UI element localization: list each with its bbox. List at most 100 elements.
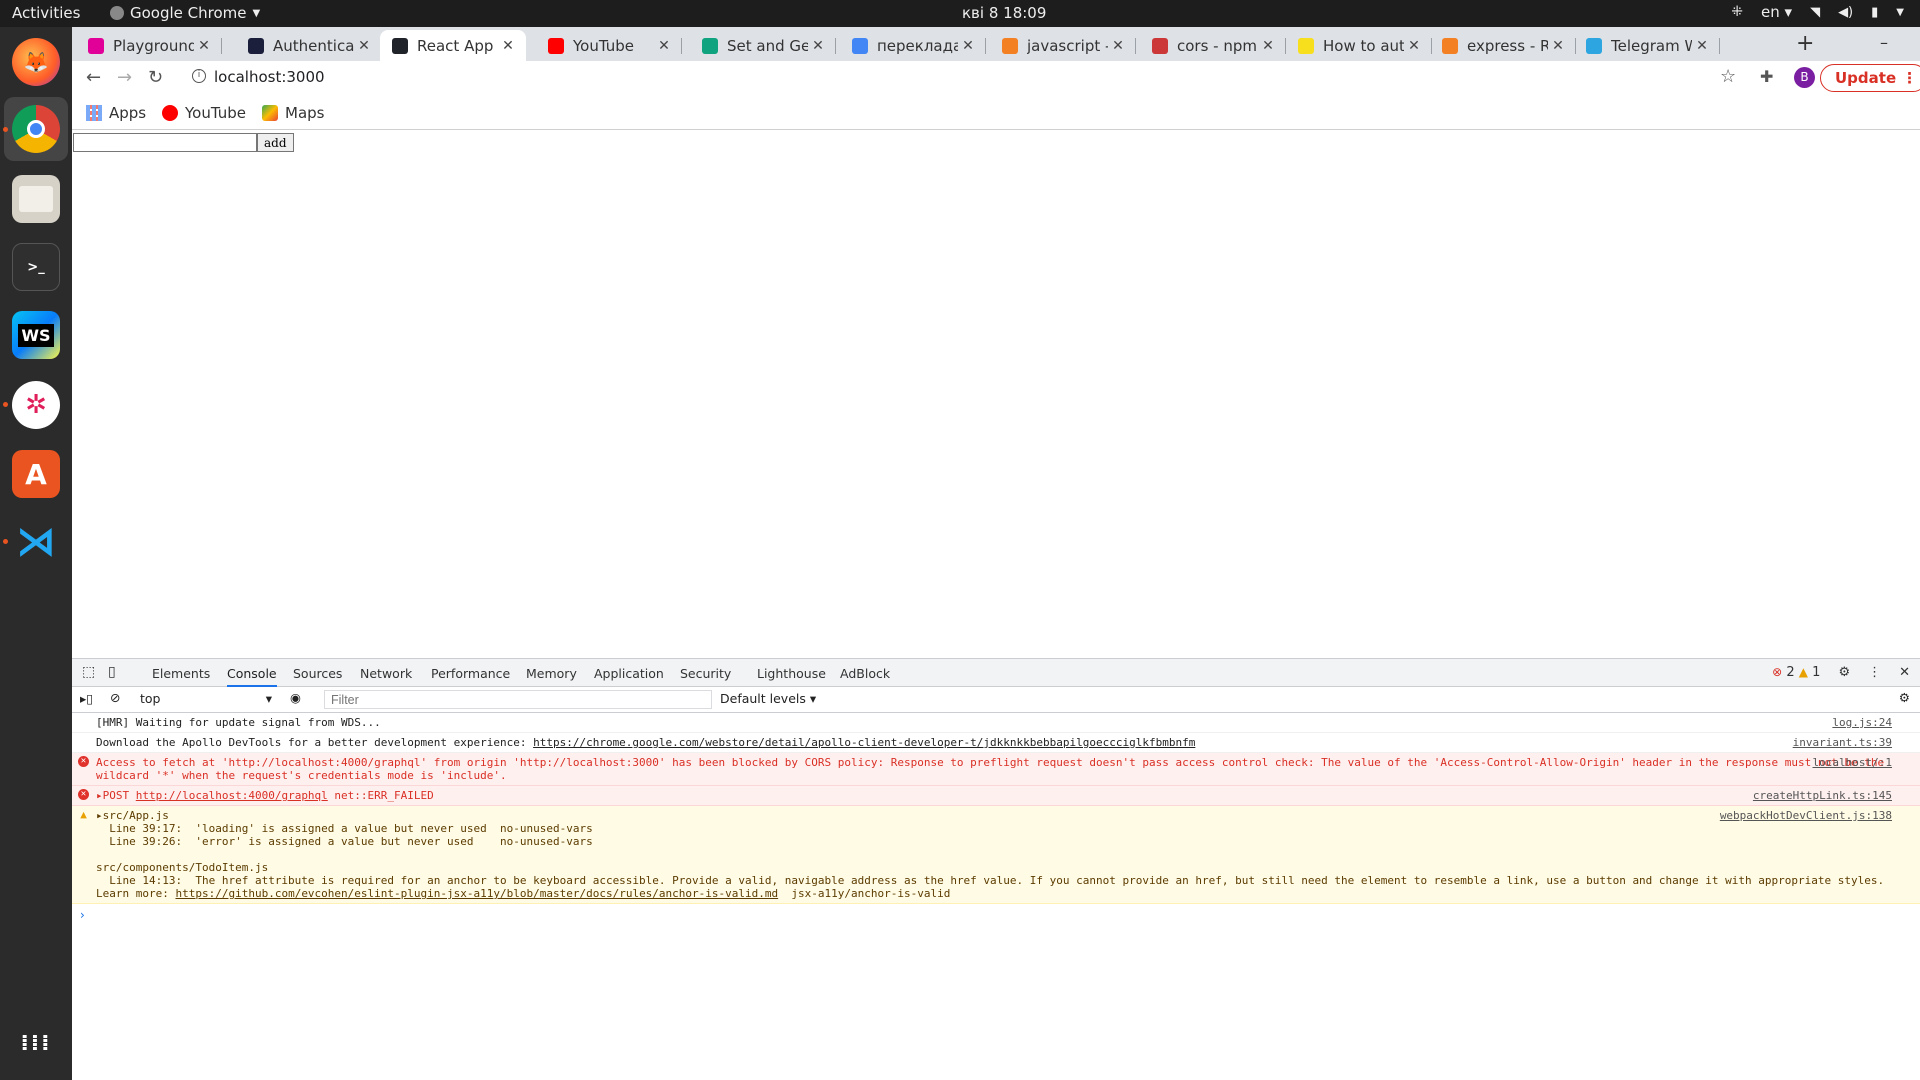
- page-viewport: add: [72, 130, 1920, 658]
- console-filter-input[interactable]: [324, 690, 712, 709]
- console-prompt[interactable]: ›: [72, 904, 1920, 922]
- log-levels-dropdown[interactable]: Default levels ▾: [720, 691, 816, 706]
- update-button[interactable]: Update ⋮: [1820, 64, 1920, 92]
- tab-favicon-icon: [1298, 37, 1314, 54]
- sidebar-toggle-icon[interactable]: ▸▯: [80, 691, 93, 706]
- context-select[interactable]: top ▾: [140, 691, 272, 706]
- console-link[interactable]: https://github.com/evcohen/eslint-plugin…: [175, 887, 778, 900]
- browser-tab[interactable]: express - Re✕: [1430, 30, 1576, 61]
- devtools-tab-lighthouse[interactable]: Lighthouse: [757, 666, 826, 681]
- console-settings-gear-icon[interactable]: ⚙: [1899, 690, 1910, 705]
- files-icon[interactable]: [12, 175, 60, 223]
- webstorm-icon[interactable]: WS: [12, 311, 60, 359]
- clear-console-icon[interactable]: ⊘: [110, 690, 120, 705]
- devtools-close-icon[interactable]: ✕: [1899, 665, 1910, 680]
- tab-close-icon[interactable]: ✕: [808, 38, 828, 54]
- bookmark-star-icon[interactable]: ☆: [1720, 66, 1736, 87]
- chrome-app-icon[interactable]: [12, 105, 60, 153]
- system-tray[interactable]: ⁜ en ▾ ◥ ◀) ▮ ▼: [1731, 3, 1904, 21]
- tab-close-icon[interactable]: ✕: [1548, 38, 1568, 54]
- software-center-icon[interactable]: A: [12, 450, 60, 498]
- tab-close-icon[interactable]: ✕: [1404, 38, 1424, 54]
- console-source-link[interactable]: invariant.ts:39: [1793, 736, 1892, 749]
- devtools-tab-application[interactable]: Application: [594, 666, 664, 681]
- app-menu[interactable]: Google Chrome ▼: [110, 4, 260, 22]
- devtools-tab-memory[interactable]: Memory: [526, 666, 577, 681]
- console-source-link[interactable]: localhost/:1: [1813, 756, 1892, 769]
- bookmark-maps[interactable]: Maps: [262, 104, 324, 122]
- tab-close-icon[interactable]: ✕: [194, 38, 214, 54]
- wifi-icon[interactable]: ◥: [1810, 5, 1820, 20]
- language-label: en: [1761, 3, 1780, 21]
- extensions-icon[interactable]: ✚: [1760, 67, 1773, 86]
- language-indicator[interactable]: en ▾: [1761, 3, 1792, 21]
- devtools-tab-bar: ⬚ ▯ Elements Console Sources Network Perform…: [72, 659, 1920, 687]
- show-applications-icon[interactable]: ⁞⁞⁞: [12, 1019, 60, 1067]
- minimize-button[interactable]: –: [1880, 33, 1888, 52]
- browser-tab[interactable]: javascript - N✕: [990, 30, 1136, 61]
- error-count: 2: [1786, 665, 1795, 680]
- app-menu-label: Google Chrome: [130, 4, 247, 22]
- inspect-element-icon[interactable]: ⬚: [82, 664, 95, 680]
- bookmark-maps-label: Maps: [285, 104, 325, 122]
- browser-tab[interactable]: How to auth✕: [1286, 30, 1432, 61]
- back-button[interactable]: ←: [86, 67, 101, 88]
- browser-tab[interactable]: Playground ✕: [76, 30, 222, 61]
- devtools-tab-adblock[interactable]: AdBlock: [840, 666, 890, 681]
- tab-close-icon[interactable]: ✕: [1692, 38, 1712, 54]
- console-source-link[interactable]: createHttpLink.ts:145: [1753, 789, 1892, 802]
- site-info-icon[interactable]: i: [192, 69, 206, 83]
- terminal-icon[interactable]: >_: [12, 243, 60, 291]
- add-button[interactable]: add: [257, 133, 294, 152]
- battery-icon[interactable]: ▮: [1871, 5, 1878, 20]
- devtools-more-icon[interactable]: ⋮: [1868, 665, 1881, 680]
- browser-tab[interactable]: YouTube ✕: [536, 30, 682, 61]
- new-tab-button[interactable]: +: [1796, 31, 1814, 56]
- browser-tab[interactable]: Set and Get c✕: [690, 30, 836, 61]
- bookmark-youtube[interactable]: YouTube: [162, 104, 246, 122]
- devtools-tab-performance[interactable]: Performance: [431, 666, 510, 681]
- console-link[interactable]: https://chrome.google.com/webstore/detai…: [533, 736, 1195, 749]
- issues-counter[interactable]: ⊗ 2 ▲ 1: [1772, 665, 1820, 680]
- todo-input[interactable]: [73, 133, 257, 152]
- bookmark-apps[interactable]: Apps: [86, 104, 146, 122]
- forward-button[interactable]: →: [117, 67, 132, 88]
- console-source-link[interactable]: webpackHotDevClient.js:138: [1720, 809, 1892, 822]
- reload-button[interactable]: ↻: [148, 67, 163, 88]
- browser-tab[interactable]: перекладач✕: [840, 30, 986, 61]
- volume-icon[interactable]: ◀): [1838, 5, 1853, 20]
- tab-close-icon[interactable]: ✕: [354, 38, 374, 54]
- address-bar[interactable]: localhost:3000: [214, 68, 325, 86]
- live-expression-eye-icon[interactable]: ◉: [290, 690, 301, 705]
- vscode-icon[interactable]: ⋊: [12, 518, 60, 566]
- tab-close-icon[interactable]: ✕: [1258, 38, 1278, 54]
- device-toolbar-icon[interactable]: ▯: [108, 664, 116, 680]
- activities-button[interactable]: Activities: [12, 4, 80, 22]
- chevron-down-icon[interactable]: ▼: [1896, 7, 1904, 18]
- console-link[interactable]: http://localhost:4000/graphql: [136, 789, 328, 802]
- tab-close-icon[interactable]: ✕: [498, 38, 518, 54]
- network-settings-icon[interactable]: ⁜: [1731, 4, 1743, 20]
- tab-title: javascript - N: [1027, 36, 1108, 55]
- profile-avatar[interactable]: B: [1794, 67, 1815, 88]
- browser-tab[interactable]: cors - npm ✕: [1140, 30, 1286, 61]
- tab-close-icon[interactable]: ✕: [654, 38, 674, 54]
- settings-gear-icon[interactable]: ⚙: [1838, 665, 1850, 680]
- devtools-tab-elements[interactable]: Elements: [152, 666, 210, 681]
- tab-title: перекладач: [877, 36, 958, 55]
- tab-close-icon[interactable]: ✕: [1108, 38, 1128, 54]
- warning-icon: ▲: [80, 808, 87, 821]
- tab-favicon-icon: [1002, 37, 1018, 54]
- slack-icon[interactable]: ✲: [12, 381, 60, 429]
- devtools-tab-security[interactable]: Security: [680, 666, 731, 681]
- browser-tab[interactable]: Authenticat ✕: [236, 30, 382, 61]
- clock[interactable]: кві 8 18:09: [962, 4, 1046, 22]
- browser-tab[interactable]: Telegram W ✕: [1574, 30, 1720, 61]
- tab-close-icon[interactable]: ✕: [958, 38, 978, 54]
- browser-tab[interactable]: React App ✕: [380, 30, 526, 61]
- firefox-icon[interactable]: 🦊: [12, 38, 60, 86]
- devtools-tab-network[interactable]: Network: [360, 666, 412, 681]
- devtools-tab-sources[interactable]: Sources: [293, 666, 342, 681]
- console-source-link[interactable]: log.js:24: [1832, 716, 1892, 729]
- devtools-tab-console[interactable]: Console: [227, 666, 277, 687]
